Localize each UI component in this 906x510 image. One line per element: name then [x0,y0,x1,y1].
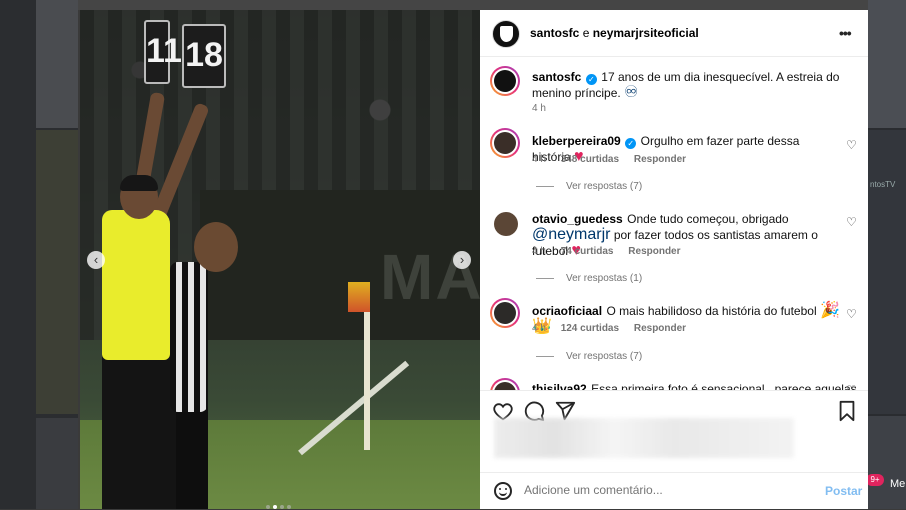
heart-icon[interactable]: ♡ [846,216,858,228]
emoji-icon[interactable] [494,482,512,500]
view-replies-button[interactable]: Ver respostas (7) [536,351,642,362]
comment-username[interactable]: otavio_guedess [532,212,623,226]
comment-text-start: Onde tudo começou, obrigado [627,212,789,226]
comment-username[interactable]: ocriaoficiaal [532,304,602,318]
avatar-image [494,132,516,154]
caption-time: 4 h [532,103,546,114]
background-left [0,0,78,509]
background-tile [868,416,906,509]
heart-icon[interactable]: ♡ [846,139,858,151]
comment-likes[interactable]: 74 curtidas [561,246,614,257]
comment-text: O mais habilidoso da história do futebol [606,304,820,318]
background-tile [868,130,906,414]
heart-icon[interactable]: ♡ [846,308,858,320]
carousel-dot [280,505,284,509]
comment-time: 4 h [532,323,546,334]
chevron-left-icon: ‹ [93,252,99,267]
verified-badge-icon: ✓ [585,74,597,85]
comment: thisilva92 Essa primeira foto é sensacio… [532,381,857,390]
comment-username[interactable]: kleberpereira09 [532,134,621,148]
substitution-board-right: 18 [182,24,226,88]
comment-clipped: thisilva92 Essa primeira foto é sensacio… [480,374,868,390]
comment-input[interactable] [524,483,804,497]
referee-hair [120,175,158,191]
comment-likes[interactable]: 124 curtidas [561,323,619,334]
infinity-emoji: ♾ [624,84,639,101]
action-bar [480,390,868,422]
background-tile [36,0,78,128]
post-authors[interactable]: santosfc e neymarjrsiteoficial [530,26,699,40]
post-side-panel: santosfc e neymarjrsiteoficial ••• santo… [480,10,868,509]
player-shirt [170,262,208,412]
coauthor-username[interactable]: neymarjrsiteoficial [593,26,699,40]
view-replies-button[interactable]: Ver respostas (7) [536,181,642,192]
player-head [194,222,238,272]
background-right: ntosTV Me [868,0,906,509]
player-legs [176,400,208,509]
referee-shirt [102,210,170,360]
background-text: ntosTV [870,180,896,189]
post-header: santosfc e neymarjrsiteoficial ••• [480,10,868,57]
comment-meta: 4 h 348 curtidas Responder [532,154,686,165]
carousel-dot-active [273,505,277,509]
view-replies-button[interactable]: Ver respostas (1) [536,273,642,284]
comment-time: 4 h [532,154,546,165]
reply-button[interactable]: Responder [634,154,686,165]
comment-text: Essa primeira foto é sensacional , parec… [591,382,857,390]
background-tile [868,0,906,128]
background-tile [36,418,78,509]
background-tile [36,130,78,414]
notification-badge: 9+ [866,474,884,486]
corner-flag-post [364,310,370,450]
prev-image-button[interactable]: ‹ [87,251,105,269]
likes-summary-blurred [494,418,794,458]
reply-button[interactable]: Responder [634,323,686,334]
caption-avatar[interactable] [490,66,520,96]
chevron-right-icon: › [459,252,465,267]
avatar-image [494,382,516,390]
comment-meta: 4 h 74 curtidas Responder [532,246,681,257]
comment-avatar[interactable] [490,298,520,328]
post-image[interactable]: MAS 11 18 ‹ › [80,10,480,509]
author-username[interactable]: santosfc [530,26,579,40]
corner-flag [348,282,370,312]
comment-meta: 4 h 124 curtidas Responder [532,323,686,334]
comment-avatar[interactable] [490,128,520,158]
avatar-image [494,302,516,324]
caption-username[interactable]: santosfc [532,70,581,84]
more-options-icon[interactable]: ••• [839,25,852,41]
carousel-dots [266,496,294,509]
comment-username[interactable]: thisilva92 [532,382,587,390]
avatar-image [494,70,516,92]
comment-avatar[interactable] [494,212,518,236]
comment-avatar[interactable] [490,378,520,390]
carousel-dot [287,505,291,509]
reply-button[interactable]: Responder [628,246,680,257]
post-comment-button[interactable]: Postar [825,484,862,498]
verified-badge-icon: ✓ [625,138,637,149]
comment-time: 4 h [532,246,546,257]
author-separator: e [579,26,593,40]
substitution-board-left: 11 [144,20,182,84]
next-image-button[interactable]: › [453,251,471,269]
carousel-dot [266,505,270,509]
comment-mention[interactable]: @neymarjr [532,226,610,243]
background-text: Me [890,478,906,490]
background-top [78,0,868,10]
bookmark-icon[interactable] [836,400,858,422]
comment-likes[interactable]: 348 curtidas [561,154,619,165]
author-avatar[interactable] [492,20,520,48]
comment-box: Postar [480,472,868,510]
caption: santosfc ✓ 17 anos de um dia inesquecíve… [532,69,848,101]
